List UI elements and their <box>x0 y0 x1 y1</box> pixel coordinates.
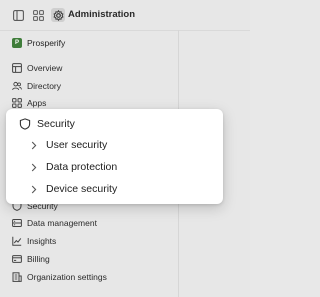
users-icon <box>12 81 22 91</box>
sidebar-item-label: Directory <box>27 81 62 91</box>
sidebar-item-billing[interactable]: Billing <box>12 252 50 266</box>
menu-item-label: Device security <box>46 183 118 195</box>
sidebar-item-label: Data management <box>27 218 97 228</box>
chevron-right-icon <box>30 162 38 172</box>
top-bar: Administration <box>0 0 250 30</box>
page-title: Administration <box>68 9 136 20</box>
chevron-right-icon <box>30 140 38 150</box>
billing-icon <box>12 254 22 264</box>
sidebar-item-label: Insights <box>27 236 57 246</box>
org-name: Prosperify <box>27 38 66 48</box>
sidebar-item-label: Billing <box>27 254 50 264</box>
sidebar-toggle-icon[interactable] <box>11 8 25 22</box>
sidebar-item-apps[interactable]: Apps <box>12 96 46 110</box>
menu-item-label: User security <box>46 139 108 151</box>
sidebar-item-label: Apps <box>27 98 47 108</box>
building-icon <box>12 272 22 282</box>
topbar-divider <box>0 30 250 31</box>
sidebar-item-directory[interactable]: Directory <box>12 79 61 93</box>
menu-item-device-security[interactable]: Device security <box>30 181 117 197</box>
sidebar-item-organization-settings[interactable]: Organization settings <box>12 270 107 284</box>
sidebar-item-data-management[interactable]: Data management <box>12 216 97 230</box>
popover-title: Security <box>37 118 75 130</box>
apps-grid-icon[interactable] <box>31 8 45 22</box>
admin-window: Administration P Prosperify Overview Dir… <box>0 0 250 297</box>
apps-icon <box>12 98 22 108</box>
menu-item-data-protection[interactable]: Data protection <box>30 159 117 175</box>
menu-item-label: Data protection <box>46 161 118 173</box>
chart-icon <box>12 236 22 246</box>
sidebar-item-label: Overview <box>27 63 63 73</box>
shield-icon <box>19 118 31 130</box>
popover-header[interactable]: Security <box>19 116 75 132</box>
overview-icon <box>12 63 22 73</box>
sidebar-item-label: Organization settings <box>27 272 107 282</box>
gear-icon[interactable] <box>51 8 65 22</box>
org-logo: P <box>12 38 22 48</box>
database-icon <box>12 218 22 228</box>
chevron-right-icon <box>30 184 38 194</box>
menu-item-user-security[interactable]: User security <box>30 137 107 153</box>
sidebar-item-overview[interactable]: Overview <box>12 61 62 75</box>
security-popover: Security User security Data protection D… <box>6 109 223 204</box>
org-switcher[interactable]: P Prosperify <box>12 38 65 48</box>
sidebar-item-insights[interactable]: Insights <box>12 234 56 248</box>
